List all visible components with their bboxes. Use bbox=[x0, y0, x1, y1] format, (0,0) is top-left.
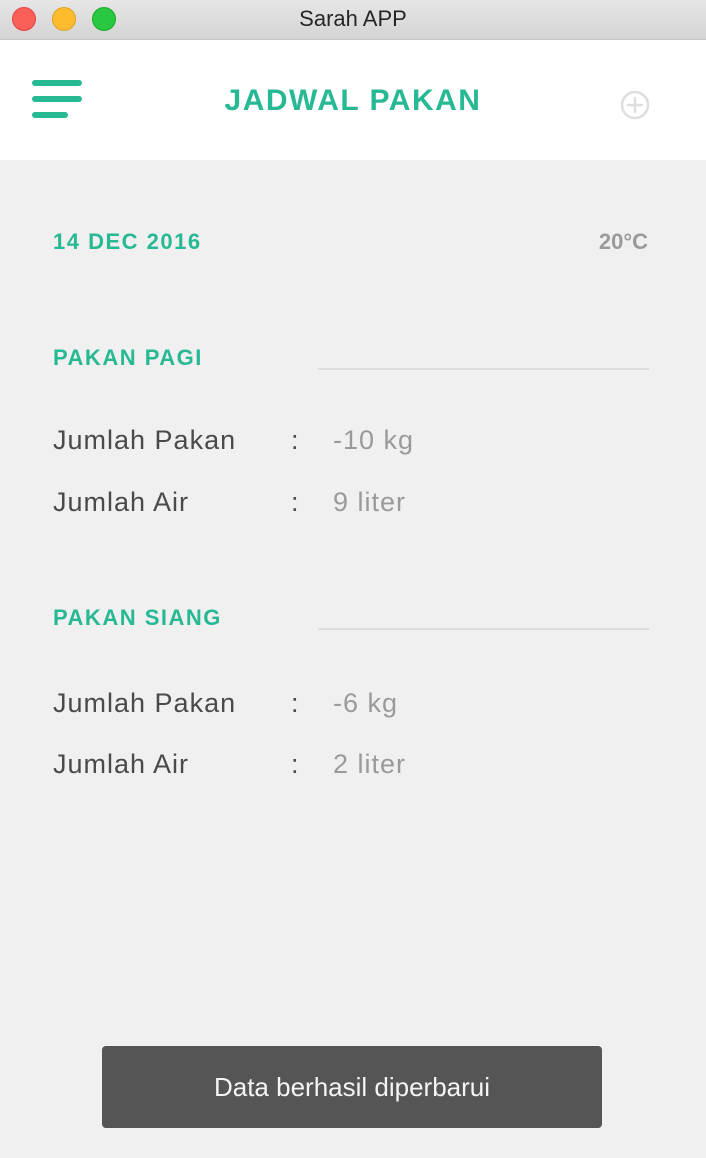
app-window: Sarah APP JADWAL PAKAN 14 DEC 2016 20°C … bbox=[0, 0, 706, 1158]
section-title-pakan-siang: PAKAN SIANG bbox=[53, 605, 222, 630]
app-header: JADWAL PAKAN bbox=[0, 40, 706, 160]
row-label-jumlah-pakan: Jumlah Pakan bbox=[53, 688, 237, 718]
row-value-jumlah-pakan: -6 kg bbox=[333, 688, 399, 718]
row-separator: : bbox=[291, 688, 299, 718]
row-value-jumlah-air: 9 liter bbox=[333, 487, 407, 517]
row-separator: : bbox=[291, 487, 299, 517]
page-title: JADWAL PAKAN bbox=[224, 84, 482, 117]
section-divider bbox=[318, 368, 649, 370]
window-title: Sarah APP bbox=[299, 6, 407, 31]
row-label-jumlah-pakan: Jumlah Pakan bbox=[53, 425, 237, 455]
row-label-jumlah-air: Jumlah Air bbox=[53, 749, 190, 779]
row-value-jumlah-air: 2 liter bbox=[333, 749, 407, 779]
section-title-pakan-pagi: PAKAN PAGI bbox=[53, 345, 203, 370]
add-circle-icon[interactable] bbox=[620, 90, 650, 120]
row-label-jumlah-air: Jumlah Air bbox=[53, 487, 190, 517]
schedule-date: 14 DEC 2016 bbox=[53, 229, 202, 254]
section-divider bbox=[318, 628, 649, 630]
row-value-jumlah-pakan: -10 kg bbox=[333, 425, 415, 455]
title-bar: Sarah APP bbox=[0, 0, 706, 40]
row-separator: : bbox=[291, 749, 299, 779]
temperature: 20°C bbox=[598, 229, 648, 254]
row-separator: : bbox=[291, 425, 299, 455]
toast-notification: Data berhasil diperbarui bbox=[102, 1046, 602, 1128]
